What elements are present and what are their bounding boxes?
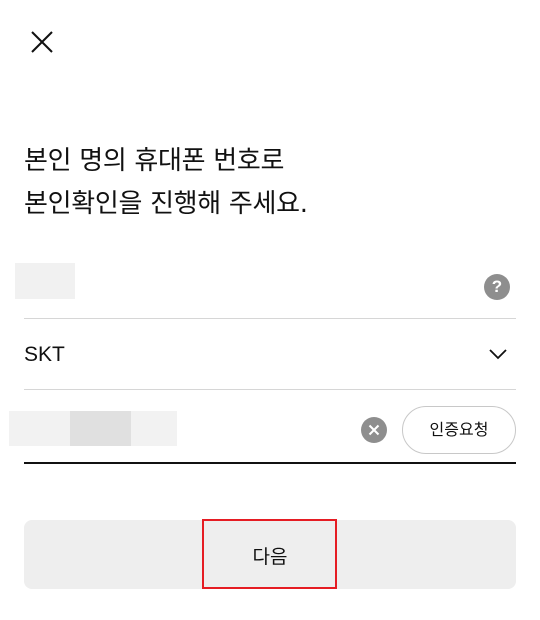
clear-circle-icon[interactable] bbox=[361, 417, 387, 443]
phone-segment-3 bbox=[131, 411, 177, 446]
title-line-2: 본인확인을 진행해 주세요. bbox=[24, 189, 308, 219]
next-button-label: 다음 bbox=[252, 546, 288, 568]
phone-segment-1 bbox=[9, 411, 70, 446]
name-field-row: ? bbox=[15, 250, 516, 319]
phone-field-row: 인증요청 bbox=[9, 390, 516, 464]
clear-x-icon bbox=[368, 424, 380, 436]
chevron-down-icon bbox=[489, 349, 507, 360]
close-button[interactable] bbox=[28, 28, 56, 56]
next-button[interactable]: 다음 bbox=[24, 520, 516, 589]
phone-segment-2 bbox=[70, 411, 131, 446]
title-line-1: 본인 명의 휴대폰 번호로 bbox=[24, 146, 285, 176]
close-icon bbox=[31, 31, 53, 53]
question-circle-icon[interactable]: ? bbox=[484, 274, 510, 300]
identity-verification-screen: 본인 명의 휴대폰 번호로 본인확인을 진행해 주세요. ? SKT 인증요청 … bbox=[0, 0, 540, 620]
name-input[interactable] bbox=[15, 263, 75, 299]
phone-number-input[interactable] bbox=[9, 411, 177, 446]
page-title: 본인 명의 휴대폰 번호로 본인확인을 진행해 주세요. bbox=[24, 140, 308, 226]
carrier-value: SKT bbox=[24, 343, 65, 366]
request-verification-button[interactable]: 인증요청 bbox=[402, 406, 516, 454]
carrier-select[interactable]: SKT bbox=[24, 319, 516, 390]
